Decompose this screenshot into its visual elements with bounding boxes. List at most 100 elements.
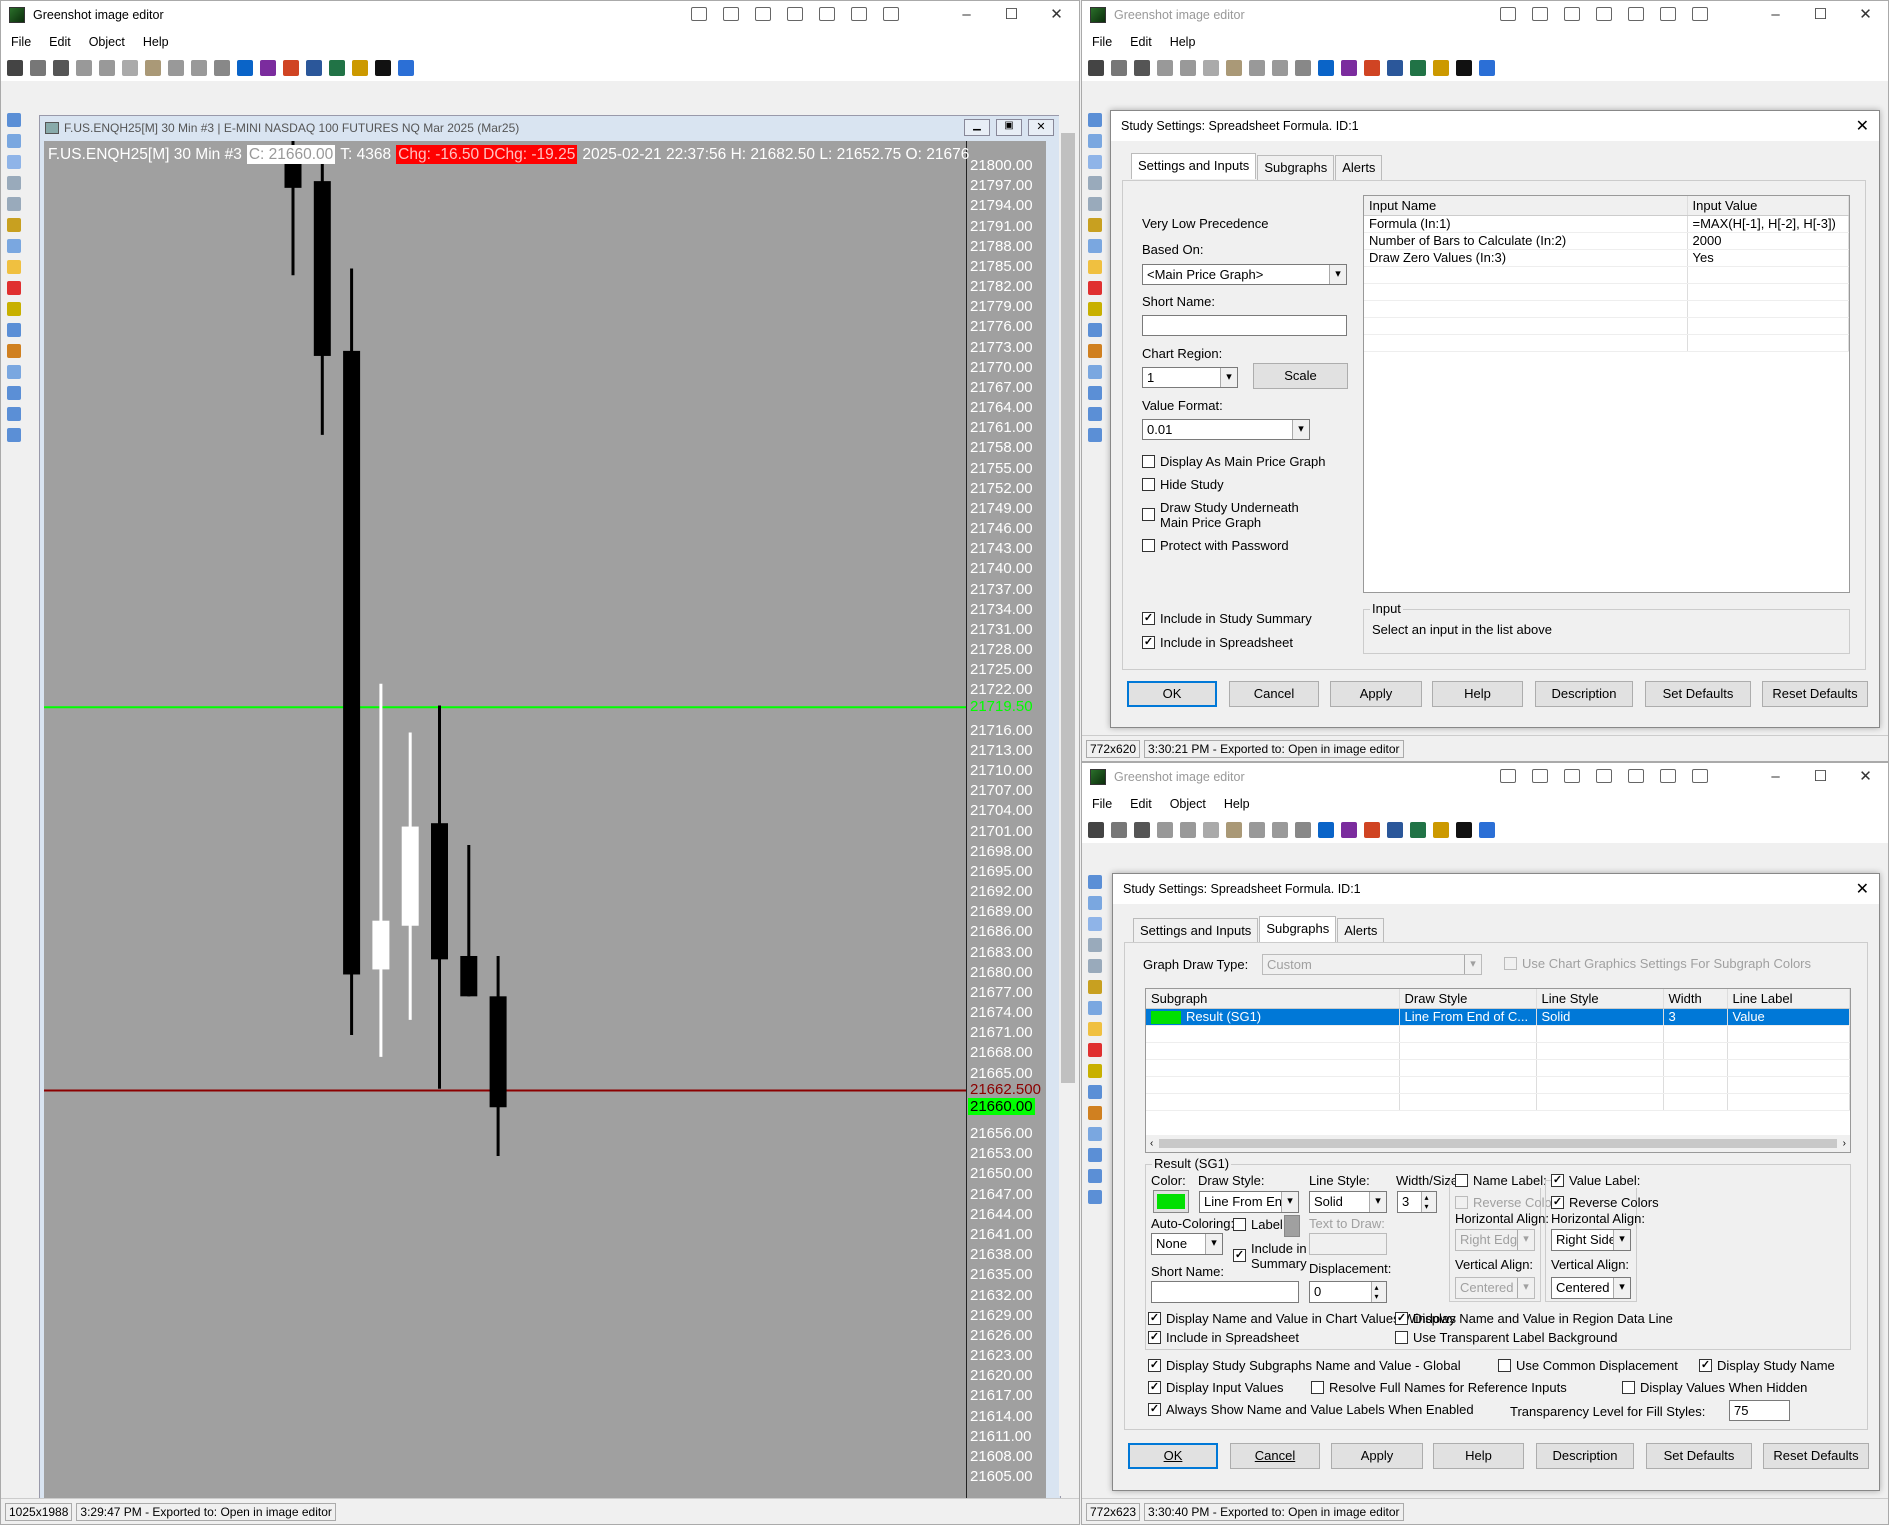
- menu-file[interactable]: File: [1092, 797, 1112, 811]
- dialog-close-button[interactable]: ✕: [1856, 879, 1869, 899]
- rectangle-icon[interactable]: [1088, 134, 1102, 148]
- display-study-name-checkbox[interactable]: Display Study Name: [1699, 1358, 1835, 1373]
- value-valign-select[interactable]: Centered: [1551, 1277, 1631, 1299]
- scale-button[interactable]: Scale: [1253, 363, 1348, 389]
- subgraph-include-in-spreadsheet-checkbox[interactable]: Include in Spreadsheet: [1148, 1330, 1299, 1345]
- text-icon[interactable]: [7, 239, 21, 253]
- region-icon[interactable]: [1692, 769, 1708, 783]
- table-row[interactable]: Number of Bars to Calculate (In:2) 2000: [1364, 232, 1849, 250]
- info-icon[interactable]: [1456, 822, 1472, 838]
- tab-alerts[interactable]: Alerts: [1335, 155, 1383, 181]
- ok-button[interactable]: OK: [1128, 1443, 1218, 1469]
- cut-icon[interactable]: [99, 60, 115, 76]
- tab-subgraphs[interactable]: Subgraphs: [1257, 155, 1335, 181]
- save-icon[interactable]: [7, 60, 23, 76]
- rectangle-icon[interactable]: [1088, 896, 1102, 910]
- input-value[interactable]: Yes: [1687, 249, 1849, 267]
- col-line-style[interactable]: Line Style: [1536, 989, 1664, 1009]
- counter-icon[interactable]: [1088, 1043, 1102, 1057]
- print-icon[interactable]: [53, 60, 69, 76]
- print-icon[interactable]: [1134, 822, 1150, 838]
- name-label-checkbox[interactable]: Name Label:: [1455, 1173, 1550, 1188]
- image-icon[interactable]: [7, 428, 21, 442]
- counter-icon[interactable]: [1088, 281, 1102, 295]
- highlight-icon[interactable]: [1088, 1064, 1102, 1078]
- flip-icon[interactable]: [1088, 407, 1102, 421]
- help-button[interactable]: Help: [1433, 1443, 1524, 1469]
- cut-icon[interactable]: [1180, 822, 1196, 838]
- excel-icon[interactable]: [329, 60, 345, 76]
- reset-defaults-button[interactable]: Reset Defaults: [1763, 1443, 1869, 1469]
- text-icon[interactable]: [1088, 239, 1102, 253]
- set-defaults-button[interactable]: Set Defaults: [1645, 681, 1751, 707]
- tab-settings-and-inputs[interactable]: Settings and Inputs: [1131, 153, 1257, 179]
- speechbubble-icon[interactable]: [1088, 1022, 1102, 1036]
- undo-icon[interactable]: [1249, 60, 1265, 76]
- displacement-spinner[interactable]: 0: [1309, 1281, 1387, 1303]
- line-icon[interactable]: [7, 176, 21, 190]
- image-icon[interactable]: [1088, 1190, 1102, 1204]
- maximize-button[interactable]: ☐: [1798, 1, 1843, 29]
- text-to-draw-input[interactable]: [1309, 1233, 1387, 1255]
- speechbubble-icon[interactable]: [1088, 260, 1102, 274]
- table-row[interactable]: Draw Zero Values (In:3) Yes: [1364, 249, 1849, 267]
- minimize-button[interactable]: –: [944, 1, 989, 29]
- input-value[interactable]: 2000: [1687, 232, 1849, 250]
- layout-icon[interactable]: [1660, 7, 1676, 21]
- cancel-button[interactable]: Cancel: [1230, 1443, 1320, 1469]
- window-icon[interactable]: [1532, 7, 1548, 21]
- outlook-icon[interactable]: [237, 60, 253, 76]
- window-icon[interactable]: [1532, 769, 1548, 783]
- name-halign-select[interactable]: Right Edge: [1455, 1229, 1535, 1251]
- short-name-input[interactable]: [1151, 1281, 1299, 1303]
- copy-clipboard-icon[interactable]: [1203, 822, 1219, 838]
- hide-study-checkbox[interactable]: Hide Study: [1142, 477, 1224, 492]
- maximize-button[interactable]: ☐: [1798, 763, 1843, 791]
- tab-settings-and-inputs[interactable]: Settings and Inputs: [1133, 918, 1259, 944]
- display-subgraphs-global-checkbox[interactable]: Display Study Subgraphs Name and Value -…: [1148, 1358, 1461, 1373]
- maximize-button[interactable]: ☐: [989, 1, 1034, 29]
- outlook-icon[interactable]: [1318, 822, 1334, 838]
- plugin-icon[interactable]: [1433, 822, 1449, 838]
- scroll-left-icon[interactable]: ‹: [1150, 1135, 1153, 1152]
- short-name-input[interactable]: [1142, 315, 1347, 336]
- menu-edit[interactable]: Edit: [49, 35, 71, 49]
- tools-icon[interactable]: [1628, 769, 1644, 783]
- delete-icon[interactable]: [76, 60, 92, 76]
- minimize-button[interactable]: –: [1753, 763, 1798, 791]
- candlestick-chart[interactable]: [44, 141, 1046, 1498]
- copy-icon[interactable]: [30, 60, 46, 76]
- screen-icon[interactable]: [1596, 7, 1612, 21]
- line-icon[interactable]: [1088, 938, 1102, 952]
- highlight-icon[interactable]: [1088, 302, 1102, 316]
- scroll-right-icon[interactable]: ›: [1843, 1135, 1846, 1152]
- info-icon[interactable]: [375, 60, 391, 76]
- onenote-icon[interactable]: [1341, 822, 1357, 838]
- col-input-name[interactable]: Input Name: [1364, 196, 1688, 216]
- menu-edit[interactable]: Edit: [1130, 797, 1152, 811]
- plugin-icon[interactable]: [1433, 60, 1449, 76]
- use-chart-graphics-checkbox[interactable]: Use Chart Graphics Settings For Subgraph…: [1504, 956, 1811, 971]
- tab-alerts[interactable]: Alerts: [1337, 918, 1385, 944]
- transparent-label-background-checkbox[interactable]: Use Transparent Label Background: [1395, 1330, 1618, 1345]
- display-as-main-price-graph-checkbox[interactable]: Display As Main Price Graph: [1142, 454, 1325, 469]
- copy-clipboard-icon[interactable]: [122, 60, 138, 76]
- crop-icon[interactable]: [7, 344, 21, 358]
- speechbubble-icon[interactable]: [7, 260, 21, 274]
- pin-icon[interactable]: [691, 7, 707, 21]
- col-draw-style[interactable]: Draw Style: [1399, 989, 1537, 1009]
- word-icon[interactable]: [1387, 60, 1403, 76]
- menu-file[interactable]: File: [11, 35, 31, 49]
- include-in-study-summary-checkbox[interactable]: Include in Study Summary: [1142, 611, 1312, 626]
- arrow-icon[interactable]: [1088, 959, 1102, 973]
- resolve-full-names-checkbox[interactable]: Resolve Full Names for Reference Inputs: [1311, 1380, 1567, 1395]
- excel-icon[interactable]: [1410, 60, 1426, 76]
- value-format-select[interactable]: 0.01: [1142, 419, 1310, 440]
- word-icon[interactable]: [306, 60, 322, 76]
- word-icon[interactable]: [1387, 822, 1403, 838]
- help-icon[interactable]: [398, 60, 414, 76]
- auto-coloring-select[interactable]: None: [1151, 1233, 1223, 1255]
- table-row[interactable]: Formula (In:1) =MAX(H[-1], H[-2], H[-3]): [1364, 215, 1849, 233]
- monitor-icon[interactable]: [1564, 7, 1580, 21]
- powerpoint-icon[interactable]: [1364, 822, 1380, 838]
